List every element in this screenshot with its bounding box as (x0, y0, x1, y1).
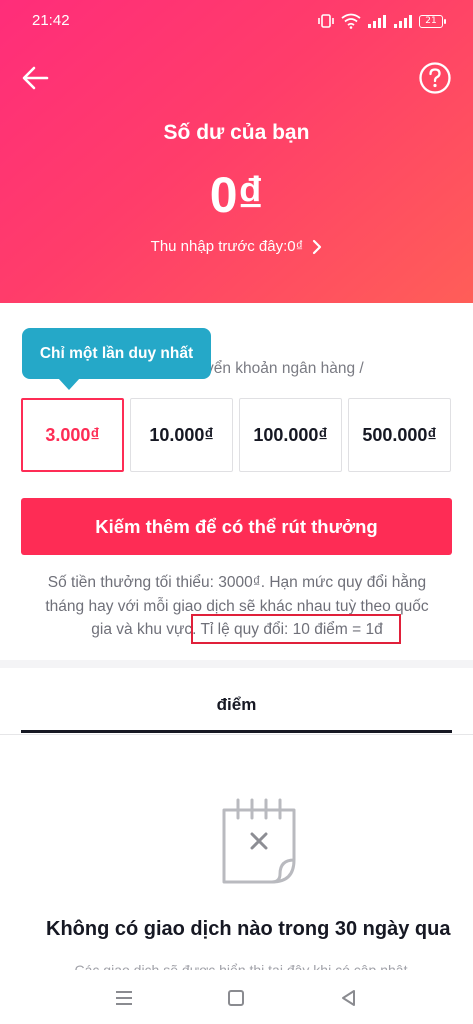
empty-calendar-icon (222, 798, 296, 884)
tab-underline (21, 730, 452, 733)
signal-icon (368, 15, 386, 28)
question-circle-icon (419, 62, 451, 94)
back-button[interactable] (18, 60, 54, 96)
balance-title: Số dư của bạn (163, 121, 310, 144)
tab-points[interactable]: điểm (21, 668, 452, 735)
empty-state-subtitle: Các giao dịch sẽ được hiển thị tại đây k… (74, 962, 408, 970)
balance-header: 21:42 21 Số dư của bạn 0₫ Thu nhập trước… (0, 0, 473, 303)
arrow-left-icon (22, 66, 49, 90)
status-icons: 21 (317, 12, 446, 30)
amount-option-10000[interactable]: 10.000₫ (130, 398, 233, 472)
help-button[interactable] (418, 61, 452, 95)
home-button[interactable] (223, 985, 249, 1011)
bank-transfer-label: yển khoản ngân hàng / (206, 360, 364, 377)
amount-options: 3.000₫ 10.000₫ 100.000₫ 500.000₫ (21, 398, 452, 472)
system-nav-bar (0, 973, 473, 1024)
balance-value: 0₫ (209, 167, 264, 223)
section-divider (0, 660, 473, 668)
status-time: 21:42 (32, 12, 70, 29)
info-line-1: Số tiền thưởng tối thiểu: 3000₫. Hạn mức… (47, 574, 427, 591)
amount-option-3000[interactable]: 3.000₫ (21, 398, 124, 472)
recent-apps-button[interactable] (111, 985, 137, 1011)
signal-icon-2 (394, 15, 412, 28)
tab-bar: điểm (0, 668, 473, 735)
previous-income-label: Thu nhập trước đây:0₫ (150, 238, 304, 255)
chevron-right-icon (313, 239, 322, 254)
vibrate-icon (318, 14, 334, 28)
tooltip-once-only: Chỉ một lần duy nhất (22, 328, 211, 390)
menu-icon (116, 991, 132, 1005)
amount-option-100000[interactable]: 100.000₫ (239, 398, 342, 472)
square-icon (228, 990, 244, 1006)
previous-income-link[interactable]: Thu nhập trước đây:0₫ (0, 238, 473, 255)
triangle-back-icon (342, 990, 355, 1006)
status-bar: 21:42 21 (0, 0, 473, 40)
info-line-3-prefix: gia và khu vực. (91, 621, 197, 638)
empty-state-title: Không có giao dịch nào trong 30 ngày qua (46, 918, 451, 940)
amount-option-500000[interactable]: 500.000₫ (348, 398, 451, 472)
wifi-icon (341, 13, 361, 29)
exchange-rate-highlight (191, 614, 401, 644)
earn-more-button[interactable]: Kiếm thêm để có thể rút thưởng (21, 498, 452, 555)
battery-icon: 21 (419, 14, 446, 28)
back-nav-button[interactable] (336, 985, 362, 1011)
